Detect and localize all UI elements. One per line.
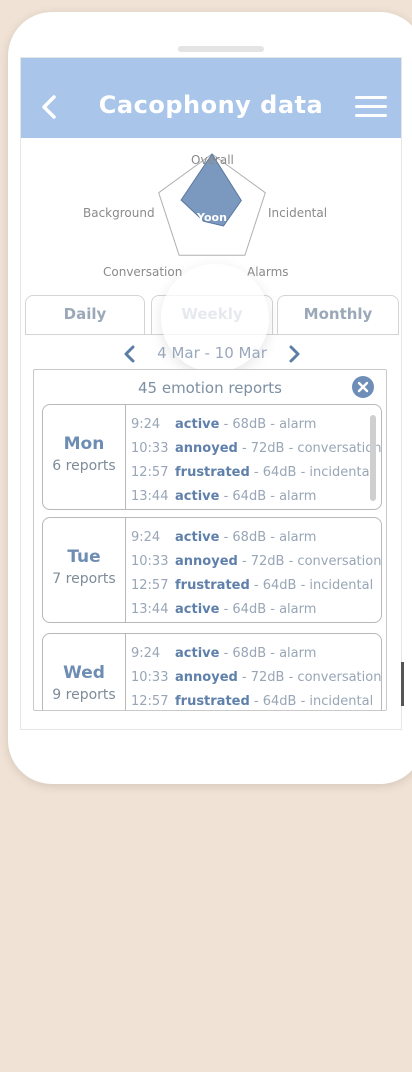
entry-detail: - 64dB - alarm (219, 489, 317, 504)
day-report-count: 6 reports (52, 458, 116, 474)
app-header: Cacophony data (21, 78, 401, 138)
entry-time: 9:24 (131, 417, 161, 432)
day-name: Wed (63, 663, 105, 683)
date-range-label: 4 Mar - 10 Mar (157, 344, 267, 362)
day-name: Mon (63, 434, 105, 454)
entry-emotion: active (175, 602, 220, 617)
radar-axis-alarms: Alarms (247, 265, 289, 279)
entry-detail: - 72dB - conversation (237, 554, 382, 569)
radar-axis-incidental: Incidental (268, 206, 328, 220)
entry-detail: - 72dB - conversation (237, 441, 382, 456)
page-title: Cacophony data (98, 91, 324, 119)
close-icon[interactable] (352, 376, 374, 398)
entry-time: 10:33 (131, 554, 169, 569)
entry-detail: - 64dB - incidental (249, 694, 374, 709)
list-item: 9:24 active - 68dB - alarm (131, 416, 381, 440)
tab-daily[interactable]: Daily (25, 295, 145, 335)
entry-detail: - 64dB - incidental (249, 465, 374, 480)
day-report-count: 7 reports (52, 571, 116, 587)
entry-emotion: annoyed (175, 554, 238, 569)
entry-emotion: frustrated (175, 578, 250, 593)
entry-detail: - 68dB - alarm (219, 417, 317, 432)
list-item: 10:33 annoyed - 72dB - conversation (131, 553, 382, 577)
entry-time: 13:44 (131, 489, 169, 504)
entry-emotion: annoyed (175, 670, 238, 685)
entry-time: 9:24 (131, 530, 161, 545)
entry-emotion: active (175, 646, 220, 661)
period-tabs: Daily Weekly Monthly (25, 295, 399, 335)
day-report-count: 9 reports (52, 687, 116, 703)
day-summary: Tue 7 reports (43, 518, 126, 622)
entry-emotion: frustrated (175, 465, 250, 480)
window-edge (401, 662, 404, 706)
tab-monthly[interactable]: Monthly (277, 295, 399, 335)
app-screen: Cacophony data Yoon Overall Incidental A… (20, 57, 402, 730)
entry-emotion: active (175, 489, 220, 504)
list-item: 12:57 frustrated - 64dB - incidental (131, 577, 381, 601)
hamburger-menu-icon[interactable] (355, 96, 387, 120)
entry-time: 12:57 (131, 465, 169, 480)
status-bar (21, 58, 401, 78)
entry-time: 10:33 (131, 441, 169, 456)
entry-detail: - 64dB - alarm (219, 602, 317, 617)
list-item: 9:24 active - 68dB - alarm (131, 529, 381, 553)
entry-emotion: active (175, 530, 220, 545)
day-card-tue[interactable]: Tue 7 reports 9:24 active - 68dB - alarm … (42, 517, 382, 623)
entry-detail: - 64dB - incidental (249, 578, 374, 593)
day-summary: Mon 6 reports (43, 405, 126, 509)
entry-time: 13:44 (131, 602, 169, 617)
list-item: 10:33 annoyed - 72dB - conversation (131, 440, 382, 464)
tab-weekly[interactable]: Weekly (151, 295, 273, 335)
radar-center-label: Yoon (196, 211, 227, 224)
date-range-row: 4 Mar - 10 Mar (21, 341, 401, 369)
list-item: 13:44 active - 64dB - alarm (131, 488, 381, 509)
entry-time: 12:57 (131, 578, 169, 593)
entry-detail: - 68dB - alarm (219, 646, 317, 661)
entry-emotion: annoyed (175, 441, 238, 456)
report-count: 45 emotion reports (137, 379, 282, 397)
list-item: 12:57 frustrated - 64dB - incidental (131, 464, 381, 488)
day-summary: Wed 9 reports (43, 634, 126, 710)
list-item: 9:24 active - 68dB - alarm (131, 645, 381, 669)
list-item: 10:33 annoyed - 72dB - conversation (131, 669, 382, 693)
reports-panel: 45 emotion reports Mon 6 reports 9:24 act… (33, 369, 387, 711)
scrollbar[interactable] (370, 415, 376, 501)
entry-detail: - 72dB - conversation (237, 670, 382, 685)
tab-divider (25, 334, 399, 335)
next-week-icon[interactable] (283, 343, 305, 365)
day-card-wed[interactable]: Wed 9 reports 9:24 active - 68dB - alarm … (42, 633, 382, 710)
entry-list: 9:24 active - 68dB - alarm 10:33 annoyed -… (131, 645, 382, 710)
list-item: 13:44 active - 64dB - alarm (131, 601, 381, 622)
list-item: 12:57 frustrated - 64dB - incidental (131, 693, 381, 710)
entry-emotion: active (175, 417, 220, 432)
entry-time: 12:57 (131, 694, 169, 709)
radar-axis-background: Background (83, 206, 155, 220)
radar-axis-conversation: Conversation (103, 265, 183, 279)
day-name: Tue (67, 547, 101, 567)
day-card-mon[interactable]: Mon 6 reports 9:24 active - 68dB - alarm … (42, 404, 382, 510)
radar-chart: Yoon Overall Incidental Alarms Conversat… (21, 144, 401, 284)
entry-list: 9:24 active - 68dB - alarm 10:33 annoyed -… (131, 416, 382, 509)
phone-speaker (178, 46, 264, 52)
entry-emotion: frustrated (175, 694, 250, 709)
radar-axis-overall: Overall (191, 153, 234, 167)
entry-time: 10:33 (131, 670, 169, 685)
entry-time: 9:24 (131, 646, 161, 661)
entry-detail: - 68dB - alarm (219, 530, 317, 545)
entry-list: 9:24 active - 68dB - alarm 10:33 annoyed -… (131, 529, 382, 622)
